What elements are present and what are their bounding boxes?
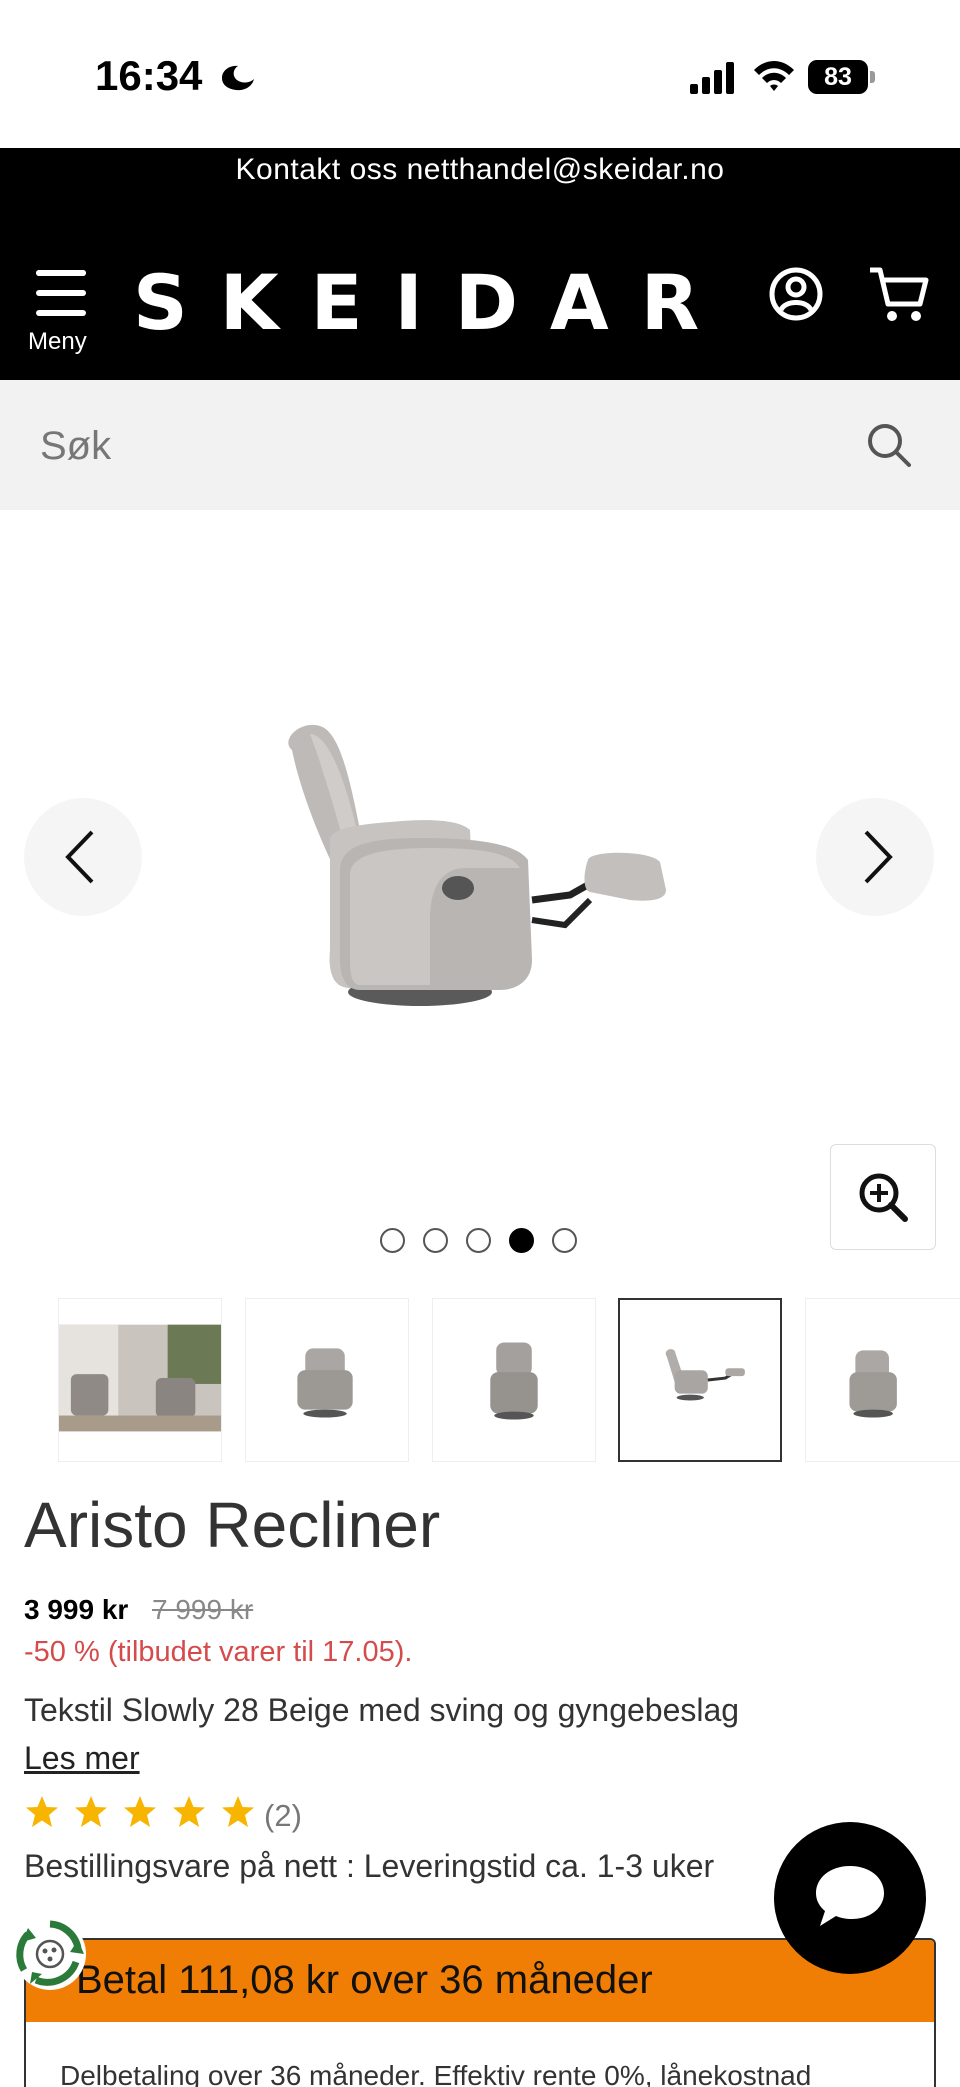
thumbnail-strip [0,1298,960,1462]
moon-icon [222,65,254,91]
thumbnail-image [849,1350,897,1418]
product-image[interactable] [270,720,690,1020]
thumbnail-recliner-side[interactable] [618,1298,782,1462]
gallery-dot-active[interactable] [509,1228,534,1253]
product-variant: Tekstil Slowly 28 Beige med sving og gyn… [24,1692,740,1728]
rating-stars[interactable] [24,1794,264,1830]
financing-description: Delbetaling over 36 måneder. Effektiv re… [60,2060,812,2087]
star-icon [75,1796,107,1827]
thumbnail-image [297,1348,353,1418]
status-bar: 16:34 83 [0,0,960,148]
read-more-link[interactable]: Les mer [24,1740,140,1777]
gallery-dots [380,1228,580,1254]
financing-box[interactable]: Betal 111,08 kr over 36 måneder Delbetal… [24,1938,936,2087]
menu-button[interactable] [28,120,94,276]
thumbnail-image [665,1349,745,1401]
thumbnail-recliner-upright[interactable] [432,1298,596,1462]
search-bar [0,380,960,510]
wifi-icon [754,61,794,91]
star-icon [222,1796,254,1827]
battery-indicator: 83 [808,60,876,94]
gallery-dot[interactable] [380,1228,405,1253]
original-price: 7 999 kr [152,1594,254,1625]
thumbnail-recliner-angle[interactable] [805,1298,960,1462]
thumbnail-image [490,1342,538,1420]
gallery-dot[interactable] [552,1228,577,1253]
financing-title: Betal 111,08 kr over 36 måneder [76,1958,653,2002]
gallery-next-button[interactable] [816,798,934,916]
battery-level: 83 [808,60,868,94]
status-time: 16:34 [95,52,203,99]
account-icon[interactable] [768,266,824,322]
star-icon [124,1796,156,1827]
signal-icon [690,62,734,94]
menu-label[interactable]: Meny [28,328,87,356]
thumbnail-interior-scene[interactable] [58,1298,222,1462]
discount-text: -50 % (tilbudet varer til 17.05). [24,1636,413,1668]
zoom-in-icon [859,1173,908,1222]
thumbnail-image [59,1324,221,1432]
rating-count[interactable]: (2) [264,1798,302,1834]
current-price: 3 999 kr [24,1594,129,1625]
gallery-dot[interactable] [423,1228,448,1253]
battery-tip [870,71,875,83]
search-input[interactable] [40,420,820,472]
product-title: Aristo Recliner [24,1489,441,1561]
recycle-badge[interactable] [14,1918,86,1990]
chat-icon [816,1866,884,1926]
thumbnail-recliner-front[interactable] [245,1298,409,1462]
chat-button[interactable] [774,1822,926,1974]
chevron-left-icon [65,830,94,884]
gallery-dot[interactable] [466,1228,491,1253]
search-icon[interactable] [866,422,912,468]
delivery-info: Bestillingsvare på nett : Leveringstid c… [24,1848,715,1884]
menu-icon[interactable] [36,270,86,316]
zoom-button[interactable] [830,1144,936,1250]
gallery-prev-button[interactable] [24,798,142,916]
recycle-icon [16,1920,84,1986]
contact-banner[interactable]: Kontakt oss netthandel@skeidar.no [0,148,960,189]
star-icon [173,1796,205,1827]
star-icon [26,1796,58,1827]
site-logo[interactable]: SKEIDAR [133,258,731,347]
cart-icon[interactable] [868,264,930,324]
chevron-right-icon [864,830,893,884]
